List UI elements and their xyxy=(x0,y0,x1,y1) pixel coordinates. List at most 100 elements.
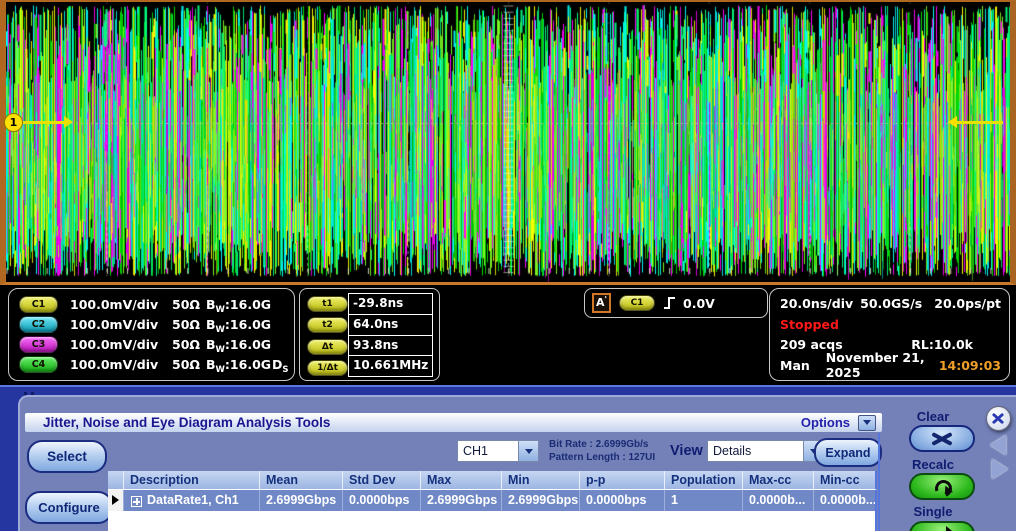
resolution: 20.0ps/pt xyxy=(934,296,1001,311)
right-marker-arrow xyxy=(957,121,1003,124)
stddev-cell: 0.0000bps xyxy=(343,490,421,511)
channel-badge-c1[interactable]: C1 xyxy=(19,296,58,313)
channel-impedance: 50Ω xyxy=(172,337,206,352)
max-cell: 2.6999Gbps xyxy=(421,490,502,511)
configure-button[interactable]: Configure xyxy=(25,491,113,524)
cursor-1dt-badge[interactable]: 1/Δt xyxy=(307,360,348,376)
channel-readout-box[interactable]: C1 100.0mV/div 50Ω BW:16.0G C2 100.0mV/d… xyxy=(8,288,295,381)
recalc-label: Recalc xyxy=(864,457,1002,472)
channel-ds-flag: DS xyxy=(272,357,288,372)
channel-row-c1[interactable]: C1 100.0mV/div 50Ω BW:16.0G xyxy=(19,294,288,314)
right-marker-arrowhead-icon xyxy=(948,116,957,128)
cursor-t1-value: -29.8ns xyxy=(349,294,432,315)
view-mode-select[interactable]: Details xyxy=(707,440,824,462)
desktop-background: Jitter, Noise and Eye Diagram Analysis T… xyxy=(0,385,1016,531)
table-row[interactable]: DataRate1, Ch1 2.6999Gbps 0.0000bps 2.69… xyxy=(108,490,877,511)
clear-button[interactable] xyxy=(909,425,975,452)
single-arrow-icon xyxy=(927,526,957,531)
window-title: Jitter, Noise and Eye Diagram Analysis T… xyxy=(43,415,330,430)
measurement-table: Description Mean Std Dev Max Min p-p Pop… xyxy=(108,471,877,531)
channel-scale: 100.0mV/div xyxy=(70,357,168,372)
channel-badge-c3[interactable]: C3 xyxy=(19,336,58,353)
maxcc-cell: 0.0000b... xyxy=(743,490,814,511)
column-header[interactable]: Description xyxy=(124,471,260,490)
column-header[interactable]: Min xyxy=(502,471,580,490)
chevron-down-icon xyxy=(525,449,533,454)
cursor-values-box: -29.8ns 64.0ns 93.8ns 10.661MHz xyxy=(348,293,433,377)
cursor-t1-badge[interactable]: t1 xyxy=(307,296,348,312)
waveform-display[interactable]: 1 xyxy=(0,0,1016,285)
bitrate-info: Bit Rate : 2.6999Gb/s Pattern Length : 1… xyxy=(549,438,655,464)
channel-badge-c2[interactable]: C2 xyxy=(19,316,58,333)
channel-badge-c4[interactable]: C4 xyxy=(19,356,58,373)
channel-dropdown-button[interactable] xyxy=(518,441,538,461)
mean-cell: 2.6999Gbps xyxy=(260,490,343,511)
source-channel-value: CH1 xyxy=(458,441,518,461)
column-header[interactable]: Max xyxy=(421,471,502,490)
time-display: 14:09:03 xyxy=(939,358,1001,373)
pattern-length-label: Pattern Length : 127UI xyxy=(549,451,655,464)
row-selector-icon xyxy=(112,495,119,505)
readout-strip: C1 100.0mV/div 50Ω BW:16.0G C2 100.0mV/d… xyxy=(0,285,1016,385)
cursor-dt-badge[interactable]: Δt xyxy=(307,339,348,355)
channel-scale: 100.0mV/div xyxy=(70,317,168,332)
table-header-row: Description Mean Std Dev Max Min p-p Pop… xyxy=(108,471,877,490)
recalc-refresh-icon xyxy=(934,479,950,495)
channel-bandwidth: BW:16.0G xyxy=(206,357,272,372)
channel-row-c4[interactable]: C4 100.0mV/div 50Ω BW:16.0G DS xyxy=(19,355,288,375)
close-button[interactable] xyxy=(986,406,1011,431)
clear-label: Clear xyxy=(864,409,1002,424)
channel-scale: 100.0mV/div xyxy=(70,337,168,352)
jitter-analysis-window: Jitter, Noise and Eye Diagram Analysis T… xyxy=(18,395,1016,531)
row-selector-header xyxy=(108,471,124,490)
horizontal-readout-box[interactable]: 20.0ns/div 50.0GS/s 20.0ps/pt Stopped 20… xyxy=(769,288,1010,381)
single-button[interactable] xyxy=(909,521,975,531)
timebase: 20.0ns/div xyxy=(780,296,853,311)
channel-scale: 100.0mV/div xyxy=(70,297,168,312)
table-empty-area xyxy=(108,511,877,531)
population-cell: 1 xyxy=(665,490,743,511)
recalc-button[interactable] xyxy=(909,473,975,500)
reference-marker-badge[interactable]: 1 xyxy=(4,113,23,132)
source-channel-select[interactable]: CH1 xyxy=(457,440,539,462)
column-header[interactable]: Mean xyxy=(260,471,343,490)
close-icon xyxy=(991,414,1006,424)
cursor-readout-box[interactable]: t1 t2 Δt 1/Δt -29.8ns 64.0ns 93.8ns 10.6… xyxy=(299,288,440,381)
column-header[interactable]: p-p xyxy=(580,471,665,490)
nav-next-button[interactable] xyxy=(992,459,1008,479)
nav-prev-button[interactable] xyxy=(990,435,1006,455)
left-marker-arrow xyxy=(22,121,64,124)
channel-impedance: 50Ω xyxy=(172,357,206,372)
rising-edge-icon xyxy=(663,295,677,311)
description-cell[interactable]: DataRate1, Ch1 xyxy=(124,490,260,511)
expand-row-icon[interactable] xyxy=(131,496,142,507)
oscilloscope-screen: 1 C1 100.0mV/div 50Ω BW:16.0G C2 100.0mV… xyxy=(0,0,1016,531)
bit-rate-label: Bit Rate : 2.6999Gb/s xyxy=(549,438,655,451)
waveform-canvas[interactable] xyxy=(6,2,1010,282)
channel-row-c3[interactable]: C3 100.0mV/div 50Ω BW:16.0G xyxy=(19,335,288,355)
options-menu[interactable]: Options xyxy=(801,415,850,430)
view-mode-value: Details xyxy=(708,441,803,461)
window-titlebar[interactable]: Jitter, Noise and Eye Diagram Analysis T… xyxy=(25,413,882,432)
view-label: View xyxy=(670,443,703,459)
clear-x-icon xyxy=(930,432,954,446)
channel-bandwidth: BW:16.0G xyxy=(206,337,272,352)
cursor-t2-value: 64.0ns xyxy=(349,315,432,336)
column-header[interactable]: Min-cc xyxy=(814,471,877,490)
column-header[interactable]: Population xyxy=(665,471,743,490)
trigger-channel-badge[interactable]: C1 xyxy=(619,295,655,311)
sample-rate: 50.0GS/s xyxy=(860,296,922,311)
row-selector-cell[interactable] xyxy=(108,490,124,511)
cursor-t2-badge[interactable]: t2 xyxy=(307,317,348,333)
trigger-source-icon: A' xyxy=(592,293,611,313)
column-header[interactable]: Std Dev xyxy=(343,471,421,490)
column-header[interactable]: Max-cc xyxy=(743,471,814,490)
cursor-1dt-value: 10.661MHz xyxy=(349,356,432,376)
trigger-readout-box[interactable]: A' C1 0.0V xyxy=(584,288,768,318)
channel-row-c2[interactable]: C2 100.0mV/div 50Ω BW:16.0G xyxy=(19,314,288,334)
select-button[interactable]: Select xyxy=(27,440,107,473)
acquisition-status: Stopped xyxy=(780,317,839,332)
channel-bandwidth: BW:16.0G xyxy=(206,317,272,332)
min-cell: 2.6999Gbps xyxy=(502,490,580,511)
channel-impedance: 50Ω xyxy=(172,297,206,312)
